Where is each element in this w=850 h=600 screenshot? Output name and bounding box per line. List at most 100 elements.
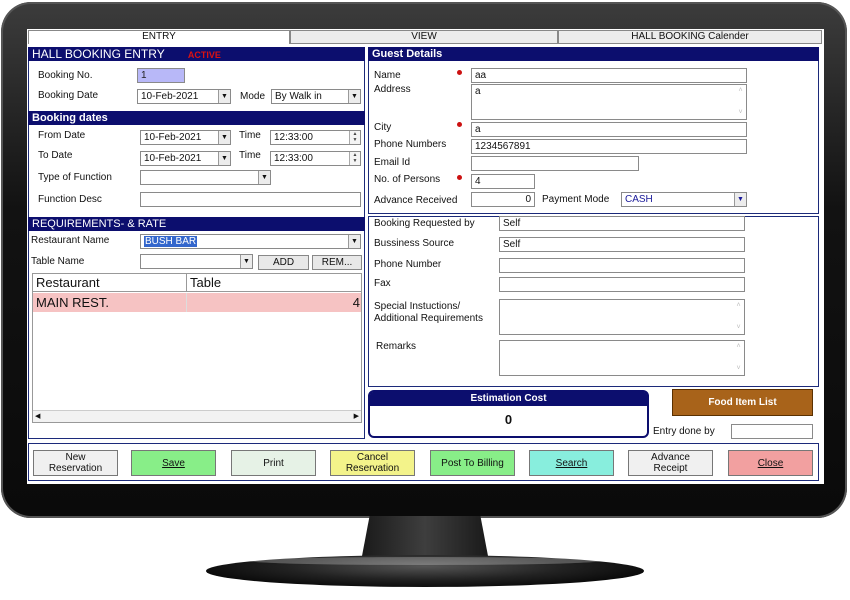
scrollbar[interactable]: ˄ ˅ [733,300,744,334]
requirements-grid: Restaurant Table MAIN REST. 4 ◀ ▶ [32,273,362,423]
fax-label: Fax [374,278,391,289]
chevron-down-icon[interactable]: ▼ [734,193,746,206]
tab-calendar-label: HALL BOOKING Calender [631,31,749,42]
requirements-header: REQUIREMENTS- & RATE [28,217,365,231]
tab-entry[interactable]: ENTRY [28,30,290,44]
email-field[interactable] [471,156,639,171]
restaurant-dropdown[interactable]: BUSH BAR ▼ [140,234,361,249]
city-label: City [374,122,392,133]
booking-no-label: Booking No. [38,70,93,81]
persons-label: No. of Persons [374,174,441,185]
chevron-down-icon[interactable]: ▼ [218,131,230,144]
time-spinner-icon[interactable]: ▲ ▼ [349,131,360,144]
print-button[interactable]: Print [231,450,316,476]
booking-no-field[interactable]: 1 [137,68,185,83]
address-label: Address [374,84,411,95]
grid-header-restaurant: Restaurant [33,274,187,292]
restaurant-value: BUSH BAR [144,236,198,247]
fax-field[interactable] [499,277,745,292]
cancel-label-line1: Cancel [356,452,389,463]
cancel-reservation-button[interactable]: Cancel Reservation [330,450,415,476]
to-time-field[interactable]: 12:33:00 ▲ ▼ [270,151,361,166]
tab-view[interactable]: VIEW [290,30,558,44]
table-row[interactable]: MAIN REST. 4 [33,293,361,312]
grid-header-table: Table [187,274,361,292]
function-type-dropdown[interactable]: ▼ [140,170,271,185]
remarks-field[interactable]: ˄ ˅ [499,340,745,376]
horizontal-scrollbar[interactable]: ◀ ▶ [33,410,361,422]
table-name-label: Table Name [31,256,85,267]
estimation-cost-panel: Estimation Cost 0 [368,390,649,438]
estimation-cost-value: 0 [504,412,513,427]
persons-field[interactable]: 4 [471,174,535,189]
phone-numbers-label: Phone Numbers [374,139,447,150]
guest-details-title: Guest Details [372,48,443,60]
search-button[interactable]: Search [529,450,614,476]
name-field[interactable]: aa [471,68,747,83]
new-label-line2: Reservation [48,463,103,474]
business-source-field[interactable]: Self [499,237,745,252]
requirements-title: REQUIREMENTS- & RATE [32,218,167,230]
new-reservation-button[interactable]: New Reservation [33,450,118,476]
restaurant-name-label: Restaurant Name [31,235,110,246]
remove-button[interactable]: REM... [312,255,362,270]
chevron-down-icon[interactable]: ▼ [218,152,230,165]
monitor-stand-highlight [250,557,600,565]
scrollbar[interactable]: ˄ ˅ [735,85,746,119]
row-restaurant-cell: MAIN REST. [33,293,187,312]
post-to-billing-button[interactable]: Post To Billing [430,450,515,476]
advance-receipt-button[interactable]: Advance Receipt [628,450,713,476]
scrollbar[interactable]: ˄ ˅ [733,341,744,375]
save-button[interactable]: Save [131,450,216,476]
from-date-picker[interactable]: 10-Feb-2021 ▼ [140,130,231,145]
chevron-down-icon[interactable]: ▼ [258,171,270,184]
booking-date-picker[interactable]: 10-Feb-2021 ▼ [137,89,231,104]
to-time-value: 12:33:00 [274,153,313,164]
mode-value: By Walk in [275,91,322,102]
scroll-right-icon[interactable]: ▶ [354,411,359,422]
row-table-cell: 4 [352,295,360,310]
requested-by-field[interactable]: Self [499,216,745,231]
tab-calendar[interactable]: HALL BOOKING Calender [558,30,822,44]
from-time-label: Time [239,130,261,141]
new-label-line1: New [65,452,86,463]
chevron-down-icon[interactable]: ▼ [240,255,252,268]
source-phone-field[interactable] [499,258,745,273]
advance-received-field[interactable]: 0 [471,192,535,207]
required-marker-icon [457,175,462,180]
scroll-left-icon[interactable]: ◀ [35,411,40,422]
tab-entry-label: ENTRY [142,31,176,42]
payment-mode-dropdown[interactable]: CASH ▼ [621,192,747,207]
hall-booking-title: HALL BOOKING ENTRY [32,47,165,61]
from-time-value: 12:33:00 [274,132,313,143]
food-item-list-button[interactable]: Food Item List [672,389,813,416]
function-desc-label: Function Desc [38,194,102,205]
time-spinner-icon[interactable]: ▲ ▼ [349,152,360,165]
entry-done-by-field[interactable] [731,424,813,439]
phone-numbers-field[interactable]: 1234567891 [471,139,747,154]
guest-details-header: Guest Details [368,47,819,61]
cancel-reservation-label: Cancel Reservation [346,452,399,474]
chevron-down-icon[interactable]: ▼ [218,90,230,103]
special-instructions-field[interactable]: ˄ ˅ [499,299,745,335]
entry-done-by-label: Entry done by [653,426,715,437]
from-time-field[interactable]: 12:33:00 ▲ ▼ [270,130,361,145]
payment-mode-value: CASH [625,194,653,205]
payment-mode-label: Payment Mode [542,194,610,205]
close-button[interactable]: Close [728,450,813,476]
table-name-dropdown[interactable]: ▼ [140,254,253,269]
mode-label: Mode [240,91,266,102]
address-field[interactable]: a ˄ ˅ [471,84,747,120]
chevron-down-icon[interactable]: ▼ [348,235,360,248]
business-source-label: Bussiness Source [374,238,455,249]
to-date-picker[interactable]: 10-Feb-2021 ▼ [140,151,231,166]
source-phone-label: Phone Number [374,259,442,270]
function-desc-field[interactable] [140,192,361,207]
advance-label-line2: Receipt [653,463,688,474]
mode-dropdown[interactable]: By Walk in ▼ [271,89,361,104]
advance-received-label: Advance Received [374,195,458,206]
remarks-label: Remarks [376,341,417,352]
city-field[interactable]: a [471,122,747,137]
add-button[interactable]: ADD [258,255,309,270]
chevron-down-icon[interactable]: ▼ [348,90,360,103]
